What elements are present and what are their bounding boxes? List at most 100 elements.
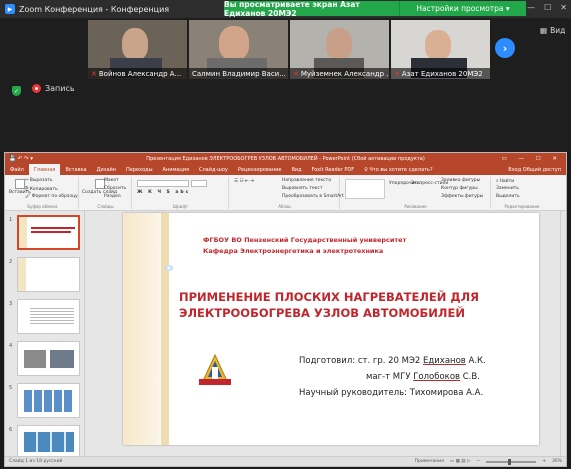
section-button[interactable]: Раздел	[104, 194, 121, 199]
layout-button[interactable]: Макет	[104, 178, 119, 183]
shapes-gallery[interactable]	[345, 179, 385, 199]
recording-indicator[interactable]: Запись	[32, 84, 75, 93]
thumb-table	[24, 432, 74, 452]
view-button[interactable]: ▦ Вид	[540, 26, 565, 35]
participant-tile[interactable]: Салмин Владимир Васи...	[189, 20, 288, 79]
zoom-logo-icon: ▶	[5, 4, 15, 14]
new-slide-icon	[94, 179, 105, 189]
zoom-slider[interactable]	[486, 458, 537, 465]
thumb-image	[24, 350, 46, 368]
presentation-title: ПРИМЕНЕНИЕ ПЛОСКИХ НАГРЕВАТЕЛЕЙ ДЛЯ ЭЛЕК…	[179, 289, 529, 321]
copy-label: Копировать	[29, 186, 58, 192]
tab-design[interactable]: Дизайн	[92, 167, 121, 173]
shape-outline-button[interactable]: Контур фигуры	[441, 186, 478, 191]
tab-slideshow[interactable]: Слайд-шоу	[194, 167, 233, 173]
slide-number: 2	[9, 259, 13, 265]
participant-tile[interactable]: ✕ Войнов Александр А...	[88, 20, 187, 79]
participant-face	[326, 28, 352, 60]
close-icon[interactable]: ✕	[560, 3, 567, 12]
select-button[interactable]: Выделить	[496, 194, 520, 199]
slide-thumbnail[interactable]	[17, 257, 80, 292]
minimize-icon[interactable]: —	[527, 3, 535, 12]
tab-animation[interactable]: Анимация	[158, 167, 194, 173]
text-direction-button[interactable]: Направление текста	[282, 178, 331, 183]
align-text-button[interactable]: Выровнять текст	[282, 186, 322, 191]
thumb-text	[30, 306, 74, 326]
maximize-icon[interactable]: ☐	[544, 3, 551, 12]
signin-share[interactable]: Вход Общий доступ	[503, 167, 566, 173]
shape-effects-button[interactable]: Эффекты фигуры	[441, 194, 483, 199]
tell-me-search[interactable]: ♀ Что вы хотите сделать?	[359, 167, 438, 173]
select-label: Выделить	[496, 194, 520, 199]
slide-number: 3	[9, 301, 13, 307]
tab-view[interactable]: Вид	[286, 167, 306, 173]
drawing-group: Упорядочить Экспресс-стили Заливка фигур…	[341, 177, 491, 209]
bullets-buttons[interactable]: ☰ ☷ ⇤ ⇥	[234, 179, 254, 184]
thumb-image	[50, 350, 74, 368]
participant-caption: ✕ Муйземнек Александр ...	[290, 68, 389, 79]
slide-thumbnail[interactable]	[17, 215, 80, 250]
replace-button[interactable]: Заменить	[496, 186, 519, 191]
view-mode-icons[interactable]: ▭ ▦ ▤ ▷	[450, 459, 471, 464]
reset-button[interactable]: Сбросить	[104, 186, 126, 191]
coauthor-line: маг-т МГУ Голобоков С.В.	[299, 369, 486, 385]
group-label: Буфер обмена	[27, 204, 58, 209]
reset-label: Сбросить	[104, 186, 127, 191]
tab-file[interactable]: Файл	[5, 167, 29, 173]
tab-transitions[interactable]: Переходы	[121, 167, 158, 173]
slide-thumbnail[interactable]	[17, 299, 80, 334]
notes-button[interactable]: Примечания	[415, 459, 444, 464]
tab-insert[interactable]: Вставка	[60, 167, 91, 173]
copy-icon: ⎘	[25, 187, 29, 192]
slide-thumbnail[interactable]	[17, 383, 80, 418]
thumb-decor	[19, 217, 27, 248]
group-label: Абзац	[278, 204, 291, 209]
next-page-button[interactable]: ›	[495, 38, 515, 58]
cut-button[interactable]: ✂ Вырезать	[25, 178, 52, 183]
prepared-by-line: Подготовил: ст. гр. 20 МЭ2 Едиханов А.К.	[299, 353, 486, 369]
copy-button[interactable]: ⎘ Копировать	[25, 186, 58, 193]
find-button[interactable]: ⌕ Найти	[496, 178, 515, 185]
text-dir-label: Направление текста	[282, 178, 332, 183]
coauthor-prefix: маг-т МГУ	[366, 372, 414, 382]
window-title: Zoom Конференция - Конференция	[19, 4, 170, 14]
security-shield-icon[interactable]: ✓	[12, 86, 21, 96]
view-options-button[interactable]: Настройки просмотра ▾	[399, 1, 526, 16]
font-group: Ж К Ч S abc Шрифт	[133, 177, 229, 209]
participant-caption: Салмин Владимир Васи...	[189, 68, 288, 79]
font-name-select[interactable]	[137, 180, 189, 187]
tab-foxit[interactable]: Foxit Reader PDF	[307, 167, 360, 173]
ppt-titlebar: 💾 ↶ ↷ ▾ Презентация Едиханов ЭЛЕКТРООБОГ…	[5, 153, 566, 164]
font-size-select[interactable]	[191, 180, 207, 187]
ppt-statusbar: Слайд 1 из 18 русский Примечания ▭ ▦ ▤ ▷…	[5, 456, 566, 466]
outline-label: Контур фигуры	[441, 186, 478, 191]
title-line: ЭЛЕКТРООБОГРЕВА УЗЛОВ АВТОМОБИЛЕЙ	[179, 306, 465, 320]
zoom-level[interactable]: 36%	[552, 459, 562, 464]
current-slide[interactable]: ФГБОУ ВО Пензенский Государственный унив…	[123, 213, 539, 445]
coauthor-name: Голобоков	[413, 372, 461, 382]
shape-fill-button[interactable]: Заливка фигуры	[441, 178, 480, 183]
ppt-window-controls[interactable]: ▭ — ☐ ✕	[502, 156, 562, 162]
ppt-workspace: 1 2 3 4 5 6 ФГБОУ ВО Пензенский Государс…	[5, 211, 566, 460]
muted-mic-icon: ✕	[293, 69, 299, 78]
slides-group: Создать слайд Макет Сбросить Раздел Слай…	[80, 177, 132, 209]
slide-thumbnails-pane: 1 2 3 4 5 6	[5, 211, 85, 460]
format-painter-button[interactable]: 🖌 Формат по образцу	[25, 194, 78, 199]
participant-tile[interactable]: ✕ Азат Едиханов 20МЭ2	[391, 20, 490, 79]
smartart-button[interactable]: Преобразовать в SmartArt	[282, 194, 344, 199]
tab-review[interactable]: Рецензирование	[233, 167, 287, 173]
tab-home[interactable]: Главная	[28, 164, 61, 175]
slide-thumbnail[interactable]	[17, 425, 80, 460]
vertical-scrollbar[interactable]	[560, 211, 566, 458]
water-drop-decor	[165, 265, 173, 271]
font-style-buttons[interactable]: Ж К Ч S abc	[137, 190, 190, 195]
slide-thumbnail[interactable]	[17, 341, 80, 376]
view-label: Вид	[550, 26, 566, 35]
participant-face	[219, 26, 249, 60]
find-label: Найти	[499, 178, 515, 184]
participant-tile[interactable]: ✕ Муйземнек Александр ...	[290, 20, 389, 79]
participant-caption: ✕ Азат Едиханов 20МЭ2	[391, 68, 490, 79]
quick-access-toolbar[interactable]: 💾 ↶ ↷ ▾	[9, 156, 33, 162]
zoom-in-icon[interactable]: +	[542, 459, 546, 464]
zoom-out-icon[interactable]: −	[476, 459, 480, 464]
